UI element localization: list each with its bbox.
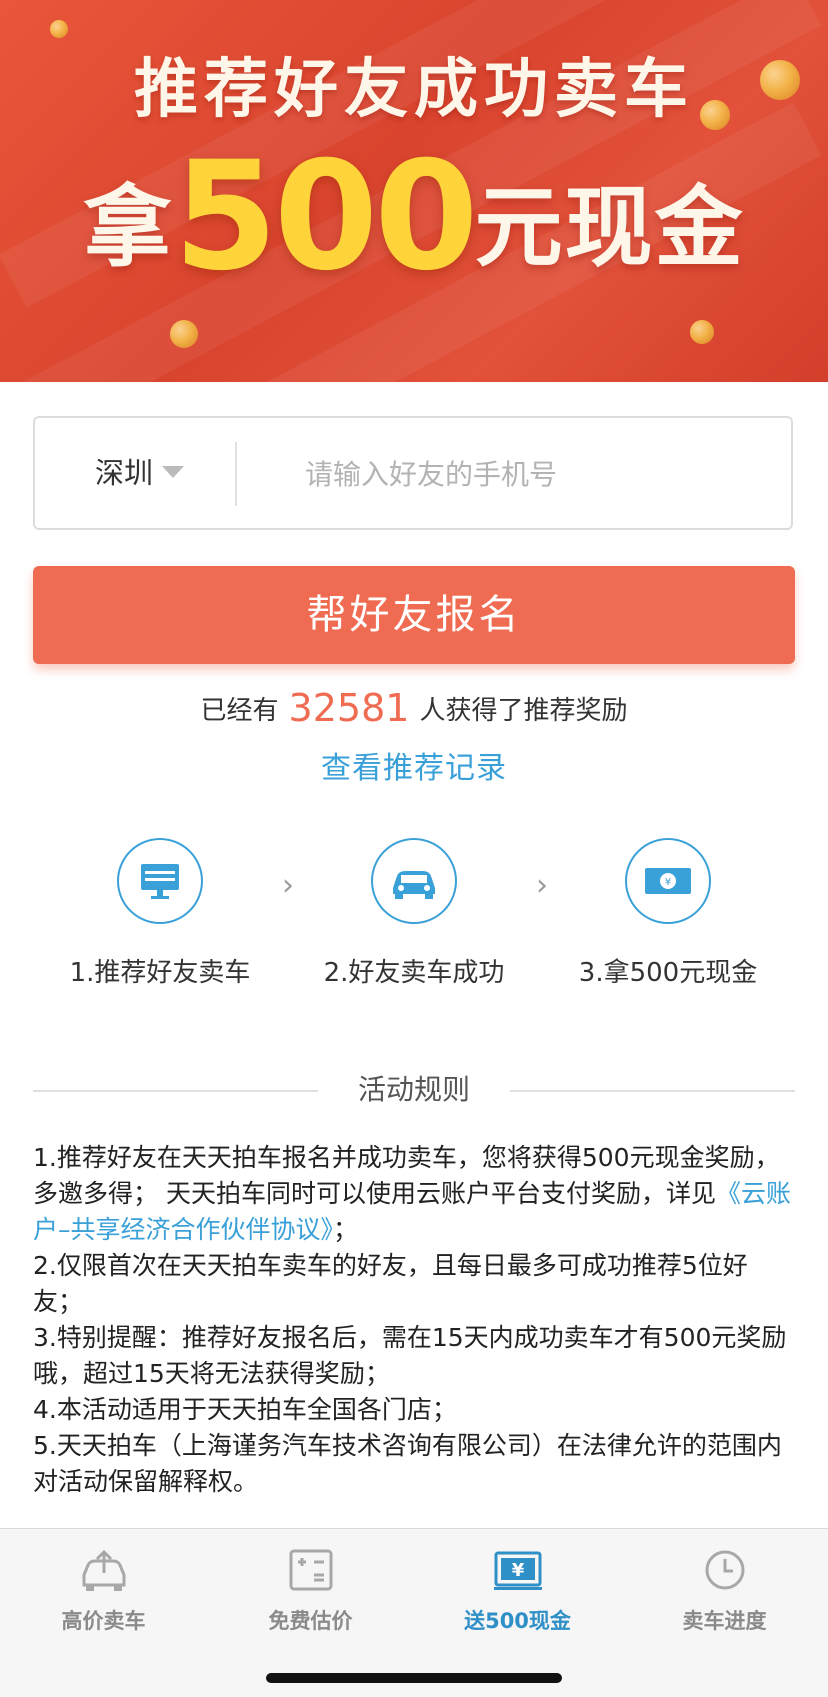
step-1-label: 1.推荐好友卖车 [69, 958, 251, 988]
friend-phone-input[interactable] [255, 428, 827, 520]
yen-cash-icon: ¥ [493, 1551, 542, 1590]
rule-item: 2.仅限首次在天天拍车卖车的好友，且每日最多可成功推荐5位好友； [33, 1251, 748, 1316]
stats-prefix: 已经有 [200, 696, 279, 726]
dropdown-arrow-icon [162, 466, 184, 478]
rule-item: 1.推荐好友在天天拍车报名并成功卖车，您将获得500元现金奖励，多邀多得； 天天… [33, 1140, 795, 1248]
svg-text:¥: ¥ [665, 877, 671, 888]
tab-label: 免费估价 [268, 1609, 353, 1633]
divider [510, 1090, 795, 1092]
reward-stats: 已经有 32581 人获得了推荐奖励 [0, 678, 828, 738]
tab-label: 高价卖车 [61, 1609, 146, 1633]
step-3: ¥ 3.拿500元现金 [548, 838, 788, 989]
divider [235, 442, 237, 506]
home-indicator[interactable] [266, 1673, 562, 1683]
svg-text:¥: ¥ [511, 1560, 524, 1581]
banner-headline: 推荐好友成功卖车 [134, 53, 694, 127]
step-3-label: 3.拿500元现金 [578, 958, 758, 988]
tab-free-valuation[interactable]: 免费估价 [207, 1545, 414, 1635]
clock-icon [705, 1550, 744, 1590]
coin-decoration [170, 320, 198, 348]
rule-item: 4.本活动适用于天天拍车全国各门店； [33, 1395, 457, 1424]
cash-icon: ¥ [625, 838, 711, 924]
step-2-label: 2.好友卖车成功 [323, 958, 505, 988]
car-upload-icon [82, 1549, 125, 1591]
referral-form: 深圳 [33, 416, 827, 530]
rule-item: 5.天天拍车（上海谨务汽车技术咨询有限公司）在法律允许的范围内对活动保留解释权。 [33, 1431, 782, 1496]
bottom-tab-bar: 高价卖车 免费估价 ¥ 送500现金 卖车进度 [0, 1528, 828, 1697]
banner-reward-amount: 500 [173, 130, 478, 304]
promo-banner: 推荐好友成功卖车 拿500元现金 [0, 0, 828, 382]
chevron-right-icon: › [536, 868, 548, 903]
banner-reward-prefix: 拿 [83, 176, 174, 279]
city-label: 深圳 [95, 456, 154, 490]
banner-reward: 拿500元现金 [0, 130, 828, 304]
tab-sale-progress[interactable]: 卖车进度 [621, 1545, 828, 1635]
step-2: 2.好友卖车成功 [294, 838, 534, 989]
coin-decoration [690, 320, 714, 344]
register-friend-button[interactable]: 帮好友报名 [33, 566, 795, 664]
tab-cash-reward[interactable]: ¥ 送500现金 [414, 1545, 621, 1635]
chevron-right-icon: › [282, 868, 294, 903]
rule-1-end: ； [333, 1215, 359, 1244]
stats-count: 32581 [288, 686, 410, 730]
calculator-icon [289, 1549, 332, 1591]
rule-item: 3.特别提醒：推荐好友报名后，需在15天内成功卖车才有500元奖励哦，超过15天… [33, 1323, 787, 1388]
coin-decoration [50, 20, 68, 38]
rule-1-text: 1.推荐好友在天天拍车报名并成功卖车，您将获得500元现金奖励，多邀多得； 天天… [33, 1143, 780, 1208]
view-referral-records-link[interactable]: 查看推荐记录 [0, 746, 828, 792]
tab-label: 卖车进度 [682, 1609, 767, 1633]
rules-header: 活动规则 [33, 1068, 795, 1112]
banner-reward-suffix: 元现金 [474, 176, 745, 279]
stats-suffix: 人获得了推荐奖励 [419, 696, 628, 726]
monitor-icon [117, 838, 203, 924]
car-icon [371, 838, 457, 924]
tab-sell-car[interactable]: 高价卖车 [0, 1545, 207, 1635]
step-1: 1.推荐好友卖车 [40, 838, 280, 989]
rules-list: 1.推荐好友在天天拍车报名并成功卖车，您将获得500元现金奖励，多邀多得； 天天… [33, 1140, 795, 1500]
tab-label: 送500现金 [464, 1609, 571, 1633]
